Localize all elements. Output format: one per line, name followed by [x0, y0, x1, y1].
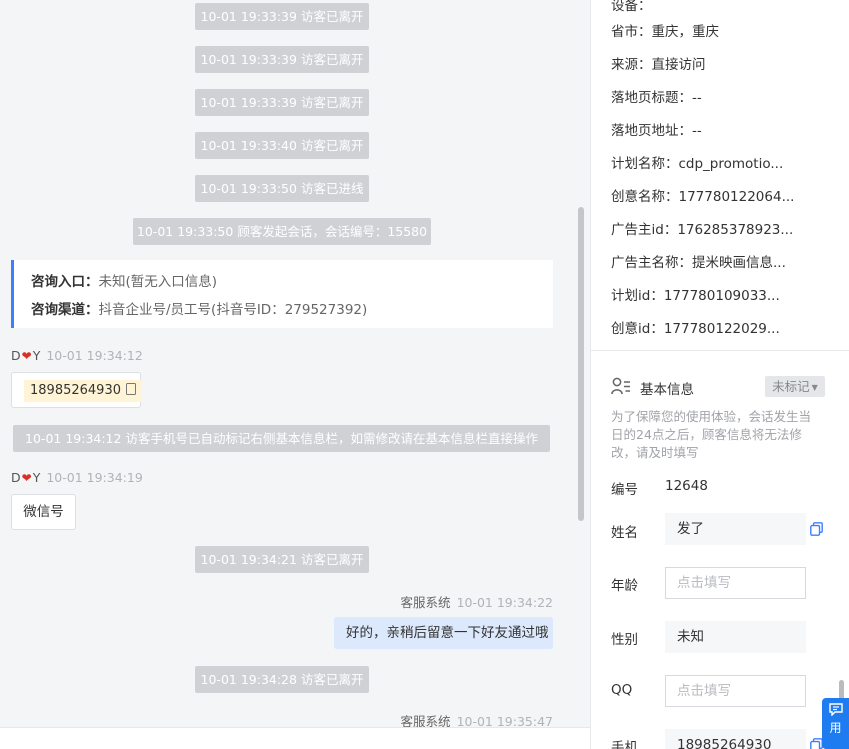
- consult-entry-line: 咨询入口：未知(暂无入口信息): [31, 268, 553, 296]
- source-row-origin: 来源：直接访问: [611, 57, 706, 73]
- source-row-plan-id: 计划id：177780109033...: [611, 288, 780, 304]
- user-list-icon: [611, 377, 630, 395]
- name-label: 姓名: [611, 525, 638, 541]
- caret-down-icon: ▼: [811, 383, 818, 392]
- chat-scrollbar[interactable]: [578, 207, 584, 521]
- qq-label: QQ: [611, 682, 633, 698]
- phone-label: 手机: [611, 740, 638, 749]
- chat-input-bar[interactable]: [0, 727, 590, 749]
- message-time: 10-01 19:34:12: [46, 348, 143, 363]
- visitor-name-suffix: Y: [32, 348, 41, 363]
- source-row-advertiser-id: 广告主id：176285378923...: [611, 222, 794, 238]
- id-value: 12648: [665, 478, 708, 494]
- copy-icon[interactable]: [810, 522, 823, 536]
- consult-channel-value: 抖音企业号/员工号(抖音号ID：279527392): [98, 302, 368, 318]
- agent-name: 客服系统: [400, 595, 451, 610]
- consult-entry-key: 咨询入口：: [31, 274, 99, 290]
- phone-field[interactable]: 18985264930: [665, 729, 806, 749]
- source-row-province: 省市：重庆，重庆: [611, 24, 719, 40]
- agent-header: 客服系统 10-01 19:34:22: [401, 592, 553, 611]
- source-row-plan-name: 计划名称：cdp_promotio...: [611, 156, 784, 172]
- app-window: 10-01 19:33:39 访客已离开 10-01 19:33:39 访客已离…: [0, 0, 849, 749]
- floating-button-label: 用: [829, 721, 842, 735]
- message-time: 10-01 19:34:19: [46, 470, 143, 485]
- system-message: 10-01 19:34:28 访客已离开: [195, 666, 369, 693]
- system-message: 10-01 19:33:39 访客已离开: [195, 46, 369, 73]
- phone-marked-notice: 10-01 19:34:12 访客手机号已自动标记右侧基本信息栏，如需修改请在基…: [13, 425, 550, 452]
- basic-info-header: 基本信息 未标记 ▼: [611, 376, 826, 398]
- consult-entry-value: 未知(暂无入口信息): [98, 274, 218, 290]
- visitor-text-bubble: 微信号: [11, 494, 76, 530]
- chat-pane: 10-01 19:33:39 访客已离开 10-01 19:33:39 访客已离…: [0, 0, 590, 749]
- chat-bubble-icon: [828, 703, 843, 717]
- session-start-message: 10-01 19:33:50 顾客发起会话，会话编号：15580: [133, 218, 431, 245]
- mark-status-label: 未标记: [772, 379, 810, 394]
- copy-icon[interactable]: [125, 383, 136, 395]
- visitor-header: D❤Y 10-01 19:34:19: [11, 470, 143, 485]
- source-row-creative-name: 创意名称：177780122064...: [611, 189, 795, 205]
- name-field[interactable]: 发了: [665, 513, 806, 545]
- visitor-name-suffix: Y: [32, 470, 41, 485]
- phone-number-chip[interactable]: 18985264930: [24, 380, 142, 402]
- id-label: 编号: [611, 482, 638, 498]
- mark-status-dropdown[interactable]: 未标记 ▼: [765, 376, 825, 397]
- heart-emoji-icon: ❤: [21, 349, 32, 363]
- system-message: 10-01 19:34:21 访客已离开: [195, 546, 369, 573]
- visitor-name-prefix: D: [11, 470, 21, 485]
- floating-help-button[interactable]: 用: [822, 698, 849, 749]
- visitor-phone-bubble: 18985264930: [11, 372, 142, 408]
- visitor-info-pane: 设备： 省市：重庆，重庆 来源：直接访问 落地页标题：-- 落地页地址：-- 计…: [590, 0, 849, 749]
- consult-channel-line: 咨询渠道：抖音企业号/员工号(抖音号ID：279527392): [31, 296, 553, 324]
- age-label: 年龄: [611, 578, 638, 594]
- gender-select[interactable]: 未知: [665, 621, 806, 653]
- consult-channel-key: 咨询渠道：: [31, 302, 99, 318]
- edit-deadline-notice: 为了保障您的使用体验，会话发生当日的24点之后，顾客信息将无法修改，请及时填写: [611, 409, 812, 460]
- section-divider: [591, 350, 849, 351]
- phone-number-text: 18985264930: [30, 383, 121, 398]
- heart-emoji-icon: ❤: [21, 471, 32, 485]
- source-row-advertiser-name: 广告主名称：提米映画信息...: [611, 255, 786, 271]
- source-row-landing-url: 落地页地址：--: [611, 123, 702, 139]
- basic-info-title: 基本信息: [640, 382, 694, 398]
- system-message: 10-01 19:33:39 访客已离开: [195, 89, 369, 116]
- system-message: 10-01 19:33:39 访客已离开: [195, 3, 369, 30]
- consult-entry-card: 咨询入口：未知(暂无入口信息) 咨询渠道：抖音企业号/员工号(抖音号ID：279…: [11, 260, 553, 328]
- age-input[interactable]: 点击填写: [665, 567, 806, 599]
- agent-text-bubble: 好的，亲稍后留意一下好友通过哦: [334, 617, 553, 649]
- source-row-cut: 设备：: [611, 0, 652, 14]
- source-row-landing-title: 落地页标题：--: [611, 90, 702, 106]
- visitor-header: D❤Y 10-01 19:34:12: [11, 348, 143, 363]
- system-message: 10-01 19:33:50 访客已进线: [195, 175, 369, 202]
- visitor-name-prefix: D: [11, 348, 21, 363]
- source-row-creative-id: 创意id：177780122029...: [611, 321, 780, 337]
- qq-input[interactable]: 点击填写: [665, 675, 806, 707]
- gender-label: 性别: [611, 632, 638, 648]
- message-time: 10-01 19:34:22: [456, 595, 553, 610]
- system-message: 10-01 19:33:40 访客已离开: [195, 132, 369, 159]
